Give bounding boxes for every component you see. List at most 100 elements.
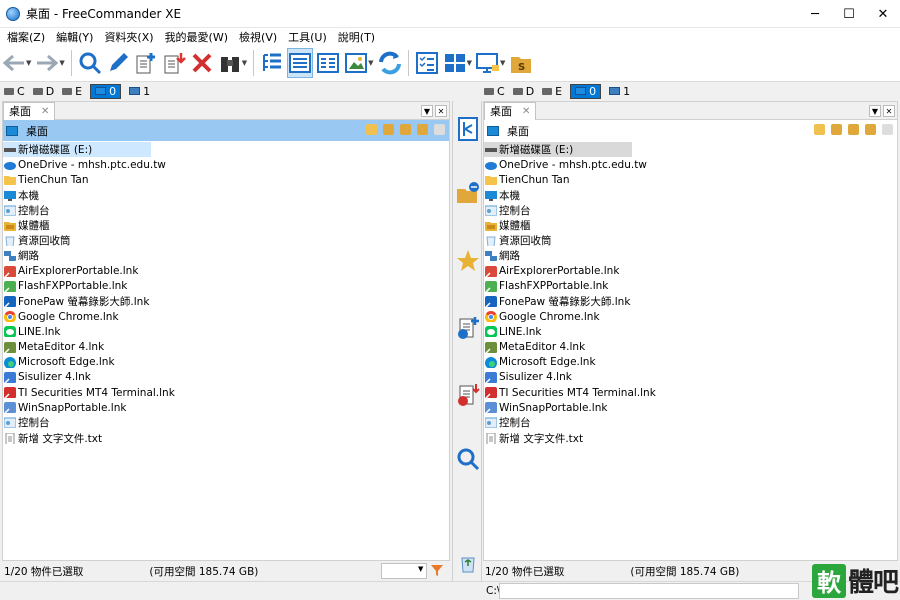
drive-desktop[interactable]: 0 bbox=[90, 83, 122, 99]
menu-favorites[interactable]: 我的最愛(W) bbox=[161, 29, 232, 45]
recycle-bin-button[interactable] bbox=[456, 551, 480, 575]
file-list-item[interactable]: 資源回收筒 bbox=[3, 233, 449, 248]
file-list-item[interactable]: LINE.lnk bbox=[3, 324, 449, 339]
file-list-item[interactable]: 控制台 bbox=[3, 415, 449, 430]
minimize-button[interactable]: ─ bbox=[798, 0, 832, 28]
file-list-item[interactable]: 新增 文字文件.txt bbox=[3, 431, 449, 446]
edit-button[interactable] bbox=[105, 48, 131, 78]
file-list-item[interactable]: WinSnapPortable.lnk bbox=[3, 400, 449, 415]
copy-button[interactable] bbox=[133, 48, 159, 78]
drive-network[interactable]: 1 bbox=[129, 85, 150, 98]
file-list-item[interactable]: OneDrive - mhsh.ptc.edu.tw bbox=[484, 157, 897, 172]
favorite-folder-icon[interactable] bbox=[831, 124, 842, 135]
file-list-item[interactable]: TI Securities MT4 Terminal.lnk bbox=[3, 385, 449, 400]
file-list-item[interactable]: Microsoft Edge.lnk bbox=[484, 355, 897, 370]
file-list-item[interactable]: TienChun Tan bbox=[3, 172, 449, 187]
list-view-button[interactable] bbox=[315, 48, 341, 78]
file-list-item[interactable]: 資源回收筒 bbox=[484, 233, 897, 248]
favorites-button[interactable] bbox=[456, 249, 480, 273]
file-list-item[interactable]: MetaEditor 4.lnk bbox=[484, 339, 897, 354]
favorite-folder-icon[interactable] bbox=[383, 124, 394, 135]
file-list-item[interactable]: TienChun Tan bbox=[484, 172, 897, 187]
file-list-item[interactable]: 本機 bbox=[3, 188, 449, 203]
tab-close-icon[interactable]: ✕ bbox=[41, 106, 49, 117]
doc-menu-icon[interactable] bbox=[434, 124, 445, 135]
layout-button[interactable] bbox=[442, 48, 468, 78]
menu-tools[interactable]: 工具(U) bbox=[284, 29, 331, 45]
file-list-item[interactable]: LINE.lnk bbox=[484, 324, 897, 339]
tree-view-button[interactable] bbox=[259, 48, 285, 78]
drive-c[interactable]: C bbox=[4, 85, 25, 98]
details-view-button[interactable] bbox=[287, 48, 314, 78]
tab-close-icon[interactable]: ✕ bbox=[522, 106, 530, 117]
file-list-item[interactable]: 控制台 bbox=[484, 415, 897, 430]
clock-folder-icon[interactable] bbox=[814, 124, 825, 135]
file-list-item[interactable]: Sisulizer 4.lnk bbox=[3, 370, 449, 385]
drive-d[interactable]: D bbox=[32, 85, 54, 98]
back-button[interactable] bbox=[1, 48, 27, 78]
menu-help[interactable]: 說明(T) bbox=[334, 29, 379, 45]
root-folder-icon[interactable] bbox=[865, 124, 876, 135]
search-side-button[interactable] bbox=[456, 447, 480, 471]
binoculars-button[interactable] bbox=[217, 48, 243, 78]
delete-button[interactable] bbox=[189, 48, 215, 78]
file-list-item[interactable]: 新增磁碟區 (E:) bbox=[3, 142, 151, 158]
left-tab-desktop[interactable]: 桌面 ✕ bbox=[3, 101, 56, 120]
file-list-item[interactable]: 新增磁碟區 (E:) bbox=[484, 142, 632, 158]
up-folder-icon[interactable] bbox=[400, 124, 411, 135]
file-list-item[interactable]: FonePaw 螢幕錄影大師.lnk bbox=[484, 294, 897, 309]
left-path-bar[interactable]: 桌面 bbox=[3, 120, 449, 141]
monitor-button[interactable] bbox=[475, 48, 501, 78]
forward-button[interactable] bbox=[34, 48, 60, 78]
file-list-item[interactable]: Microsoft Edge.lnk bbox=[3, 355, 449, 370]
file-list-item[interactable]: 控制台 bbox=[484, 203, 897, 218]
file-list-item[interactable]: AirExplorerPortable.lnk bbox=[484, 264, 897, 279]
close-button[interactable]: ✕ bbox=[866, 0, 900, 28]
clock-folder-icon[interactable] bbox=[366, 124, 377, 135]
tab-close-button[interactable]: ✕ bbox=[883, 105, 895, 117]
drive-network[interactable]: 1 bbox=[609, 85, 630, 98]
move-button[interactable] bbox=[161, 48, 187, 78]
file-list-item[interactable]: 媒體櫃 bbox=[484, 218, 897, 233]
menu-edit[interactable]: 編輯(Y) bbox=[52, 29, 97, 45]
tab-close-button[interactable]: ✕ bbox=[435, 105, 447, 117]
thumbnail-view-button[interactable] bbox=[343, 48, 369, 78]
file-list-item[interactable]: FlashFXPPortable.lnk bbox=[484, 279, 897, 294]
right-path-bar[interactable]: 桌面 bbox=[484, 120, 897, 141]
up-folder-icon[interactable] bbox=[848, 124, 859, 135]
file-list-item[interactable]: OneDrive - mhsh.ptc.edu.tw bbox=[3, 157, 449, 172]
copy-to-button[interactable] bbox=[456, 316, 480, 340]
file-list-item[interactable]: MetaEditor 4.lnk bbox=[3, 339, 449, 354]
file-list-item[interactable]: FlashFXPPortable.lnk bbox=[3, 279, 449, 294]
file-list-item[interactable]: FonePaw 螢幕錄影大師.lnk bbox=[3, 294, 449, 309]
right-tab-desktop[interactable]: 桌面 ✕ bbox=[484, 101, 537, 120]
file-list-item[interactable]: 控制台 bbox=[3, 203, 449, 218]
folder-list-button[interactable] bbox=[456, 181, 480, 205]
root-folder-icon[interactable] bbox=[417, 124, 428, 135]
menu-folder[interactable]: 資料夾(X) bbox=[100, 29, 157, 45]
file-list-item[interactable]: 網路 bbox=[484, 248, 897, 263]
file-list-item[interactable]: AirExplorerPortable.lnk bbox=[3, 264, 449, 279]
file-list-item[interactable]: 網路 bbox=[3, 248, 449, 263]
file-list-item[interactable]: Google Chrome.lnk bbox=[3, 309, 449, 324]
file-list-item[interactable]: Google Chrome.lnk bbox=[484, 309, 897, 324]
menu-view[interactable]: 檢視(V) bbox=[235, 29, 281, 45]
file-list-item[interactable]: 本機 bbox=[484, 188, 897, 203]
doc-menu-icon[interactable] bbox=[882, 124, 893, 135]
maximize-button[interactable]: ☐ bbox=[832, 0, 866, 28]
drive-c[interactable]: C bbox=[484, 85, 505, 98]
drive-e[interactable]: E bbox=[62, 85, 82, 98]
file-list-item[interactable]: TI Securities MT4 Terminal.lnk bbox=[484, 385, 897, 400]
file-list-item[interactable]: 新增 文字文件.txt bbox=[484, 431, 897, 446]
checklist-button[interactable] bbox=[414, 48, 440, 78]
file-list-item[interactable]: Sisulizer 4.lnk bbox=[484, 370, 897, 385]
menu-file[interactable]: 檔案(Z) bbox=[3, 29, 49, 45]
drive-d[interactable]: D bbox=[512, 85, 534, 98]
tab-dropdown-button[interactable]: ▼ bbox=[421, 105, 433, 117]
search-button[interactable] bbox=[77, 48, 103, 78]
move-to-button[interactable] bbox=[456, 383, 480, 407]
drive-desktop[interactable]: 0 bbox=[570, 83, 602, 99]
tab-dropdown-button[interactable]: ▼ bbox=[869, 105, 881, 117]
folder-s-button[interactable]: S bbox=[508, 48, 534, 78]
drive-e[interactable]: E bbox=[542, 85, 562, 98]
